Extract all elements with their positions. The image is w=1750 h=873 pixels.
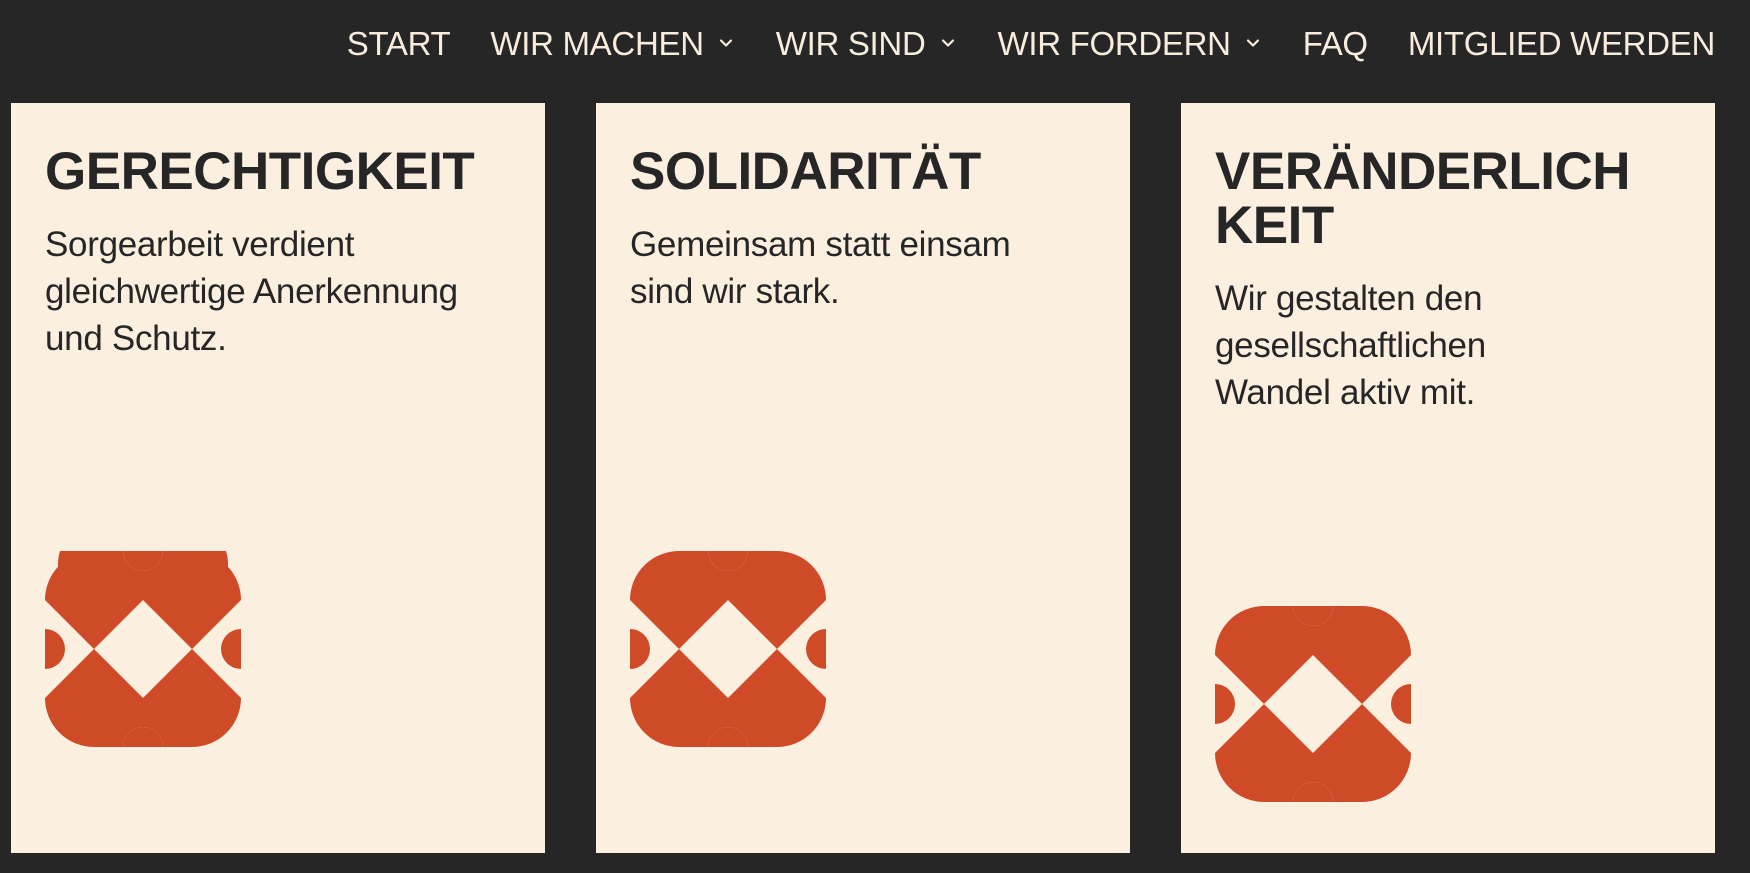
nav-item-wir-machen[interactable]: WIR MACHEN (490, 27, 735, 60)
card-title: VERÄNDERLICH KEIT (1215, 142, 1631, 255)
chevron-down-icon[interactable] (716, 33, 736, 53)
value-card-gerechtigkeit: GERECHTIGKEIT Sorgearbeit verdient gleic… (11, 103, 545, 853)
clover-logo-icon (45, 551, 241, 747)
nav-item-wir-fordern[interactable]: WIR FORDERN (998, 27, 1263, 60)
page: START WIR MACHEN WIR SIND WIR FORDERN FA… (0, 0, 1750, 873)
card-title: SOLIDARITÄT (630, 142, 981, 201)
nav-item-label: START (346, 24, 451, 62)
nav-item-mitglied-werden[interactable]: MITGLIED WERDEN (1408, 27, 1715, 60)
nav-item-start[interactable]: START (347, 27, 451, 60)
nav-item-label: MITGLIED WERDEN (1407, 24, 1715, 62)
value-card-veraenderlichkeit: VERÄNDERLICH KEIT Wir gestalten den gese… (1181, 103, 1715, 853)
chevron-down-icon[interactable] (1243, 33, 1263, 53)
nav-item-wir-sind[interactable]: WIR SIND (776, 27, 958, 60)
clover-logo-icon (630, 551, 826, 747)
nav-item-label: WIR FORDERN (997, 24, 1231, 62)
card-text: Sorgearbeit verdient gleichwertige Anerk… (45, 225, 458, 358)
value-card-solidaritaet: SOLIDARITÄT Gemeinsam statt einsam sind … (596, 103, 1130, 853)
card-text: Gemeinsam statt einsam sind wir stark. (630, 225, 1011, 311)
nav-item-label: FAQ (1302, 24, 1368, 62)
card-text: Wir gestalten den gesellschaftlichen Wan… (1215, 279, 1486, 412)
nav-item-label: WIR SIND (775, 24, 926, 62)
chevron-down-icon[interactable] (938, 33, 958, 53)
nav-item-faq[interactable]: FAQ (1303, 27, 1368, 60)
clover-logo-icon (1215, 606, 1411, 802)
card-title: GERECHTIGKEIT (45, 142, 475, 201)
nav-item-label: WIR MACHEN (490, 24, 704, 62)
top-navigation: START WIR MACHEN WIR SIND WIR FORDERN FA… (0, 0, 1750, 86)
